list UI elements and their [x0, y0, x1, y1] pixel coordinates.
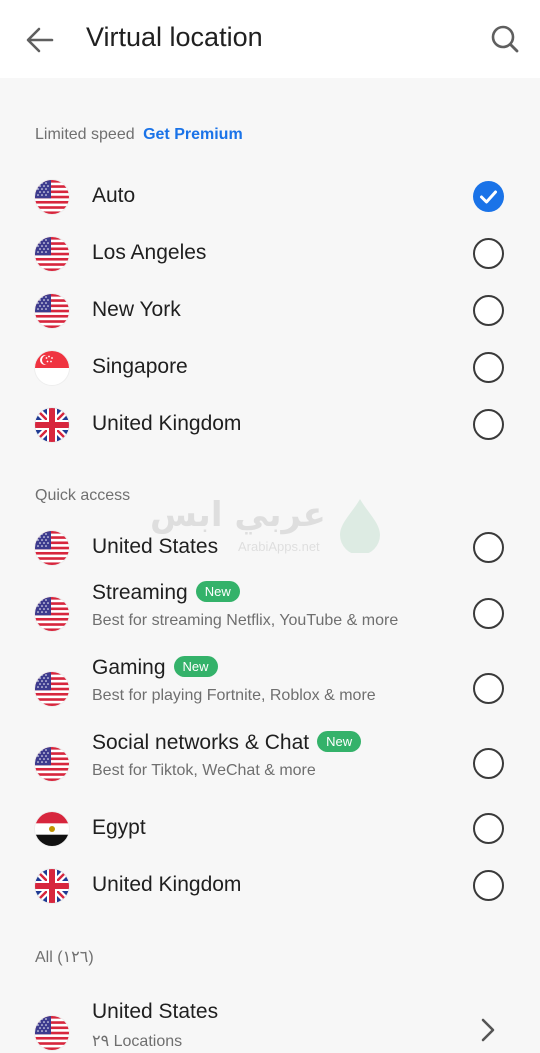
flag-uk-icon — [35, 408, 69, 442]
section-limited-label: Limited speed Get Premium — [35, 126, 243, 144]
location-label: Streaming New — [92, 581, 240, 605]
search-button[interactable] — [490, 24, 520, 54]
limited-speed-label: Limited speed — [35, 126, 135, 143]
location-subtitle: Best for playing Fortnite, Roblox & more — [92, 687, 376, 704]
location-row-singapore[interactable]: Singapore — [0, 343, 540, 393]
radio-unchecked[interactable] — [473, 870, 504, 901]
chevron-right-icon — [478, 1016, 498, 1044]
location-name: Auto — [92, 184, 136, 207]
location-name: United Kingdom — [92, 873, 242, 896]
location-row-united-kingdom[interactable]: United Kingdom — [0, 861, 540, 911]
flag-us-icon — [35, 1016, 69, 1050]
location-row-gaming[interactable]: Gaming New Best for playing Fortnite, Robl… — [0, 654, 540, 724]
page-title: Virtual location — [86, 22, 263, 52]
section-quick-label: Quick access — [35, 487, 131, 504]
location-subtitle: Best for streaming Netflix, YouTube & mo… — [92, 612, 399, 629]
location-name: New York — [92, 298, 181, 321]
location-label: Egypt — [92, 816, 146, 840]
flag-us-icon — [35, 237, 69, 271]
location-name: Egypt — [92, 816, 146, 839]
location-name: Gaming — [92, 656, 166, 679]
location-name: United States — [92, 535, 219, 558]
location-row-united-states[interactable]: United States ٢٩ Locations — [0, 998, 540, 1053]
location-name: United Kingdom — [92, 412, 242, 435]
arrow-left-icon — [26, 27, 54, 53]
location-label: Singapore — [92, 355, 188, 379]
flag-us-icon — [35, 531, 69, 565]
location-name: Streaming — [92, 581, 188, 604]
location-subtitle: ٢٩ Locations — [92, 1033, 183, 1050]
location-label: United States — [92, 535, 218, 559]
location-label: United States — [92, 1000, 218, 1024]
flag-uk-icon — [35, 869, 69, 903]
flag-us-icon — [35, 180, 69, 214]
location-row-los-angeles[interactable]: Los Angeles — [0, 229, 540, 279]
search-icon — [491, 25, 519, 53]
flag-us-icon — [35, 747, 69, 781]
location-row-united-states[interactable]: United States — [0, 523, 540, 573]
location-subtitle: Best for Tiktok, WeChat & more — [92, 762, 316, 779]
flag-us-icon — [35, 597, 69, 631]
radio-unchecked[interactable] — [473, 748, 504, 779]
radio-unchecked[interactable] — [473, 352, 504, 383]
back-button[interactable] — [24, 24, 56, 56]
checkmark-icon — [480, 190, 497, 204]
new-badge: New — [173, 656, 218, 677]
location-row-streaming[interactable]: Streaming New Best for streaming Netflix, … — [0, 579, 540, 649]
flag-sg-icon — [35, 351, 69, 385]
flag-us-icon — [35, 672, 69, 706]
section-all-label: All (١٢٦) — [35, 949, 94, 966]
flag-eg-icon — [35, 812, 69, 846]
location-label: Auto — [92, 184, 135, 208]
radio-unchecked[interactable] — [473, 238, 504, 269]
location-name: Social networks & Chat — [92, 731, 310, 754]
location-label: Los Angeles — [92, 241, 206, 265]
radio-unchecked[interactable] — [473, 673, 504, 704]
location-row-united-kingdom[interactable]: United Kingdom — [0, 400, 540, 450]
location-label: New York — [92, 298, 181, 322]
location-label: Gaming New — [92, 656, 218, 680]
location-name: United States — [92, 1000, 219, 1023]
radio-unchecked[interactable] — [473, 409, 504, 440]
get-premium-link[interactable]: Get Premium — [143, 126, 243, 143]
radio-unchecked[interactable] — [473, 813, 504, 844]
location-label: United Kingdom — [92, 873, 241, 897]
flag-us-icon — [35, 294, 69, 328]
radio-unchecked[interactable] — [473, 598, 504, 629]
location-row-egypt[interactable]: Egypt — [0, 804, 540, 854]
location-row-social-networks-chat[interactable]: Social networks & Chat New Best for Tiktok… — [0, 729, 540, 799]
location-name: Los Angeles — [92, 241, 207, 264]
location-name: Singapore — [92, 355, 188, 378]
location-row-new-york[interactable]: New York — [0, 286, 540, 336]
app-header: Virtual location — [0, 0, 540, 78]
location-row-auto[interactable]: Auto — [0, 172, 540, 222]
radio-unchecked[interactable] — [473, 295, 504, 326]
radio-checked[interactable] — [473, 181, 504, 212]
new-badge: New — [317, 731, 362, 752]
new-badge: New — [195, 581, 240, 602]
location-label: Social networks & Chat New — [92, 731, 362, 755]
location-label: United Kingdom — [92, 412, 241, 436]
radio-unchecked[interactable] — [473, 532, 504, 563]
